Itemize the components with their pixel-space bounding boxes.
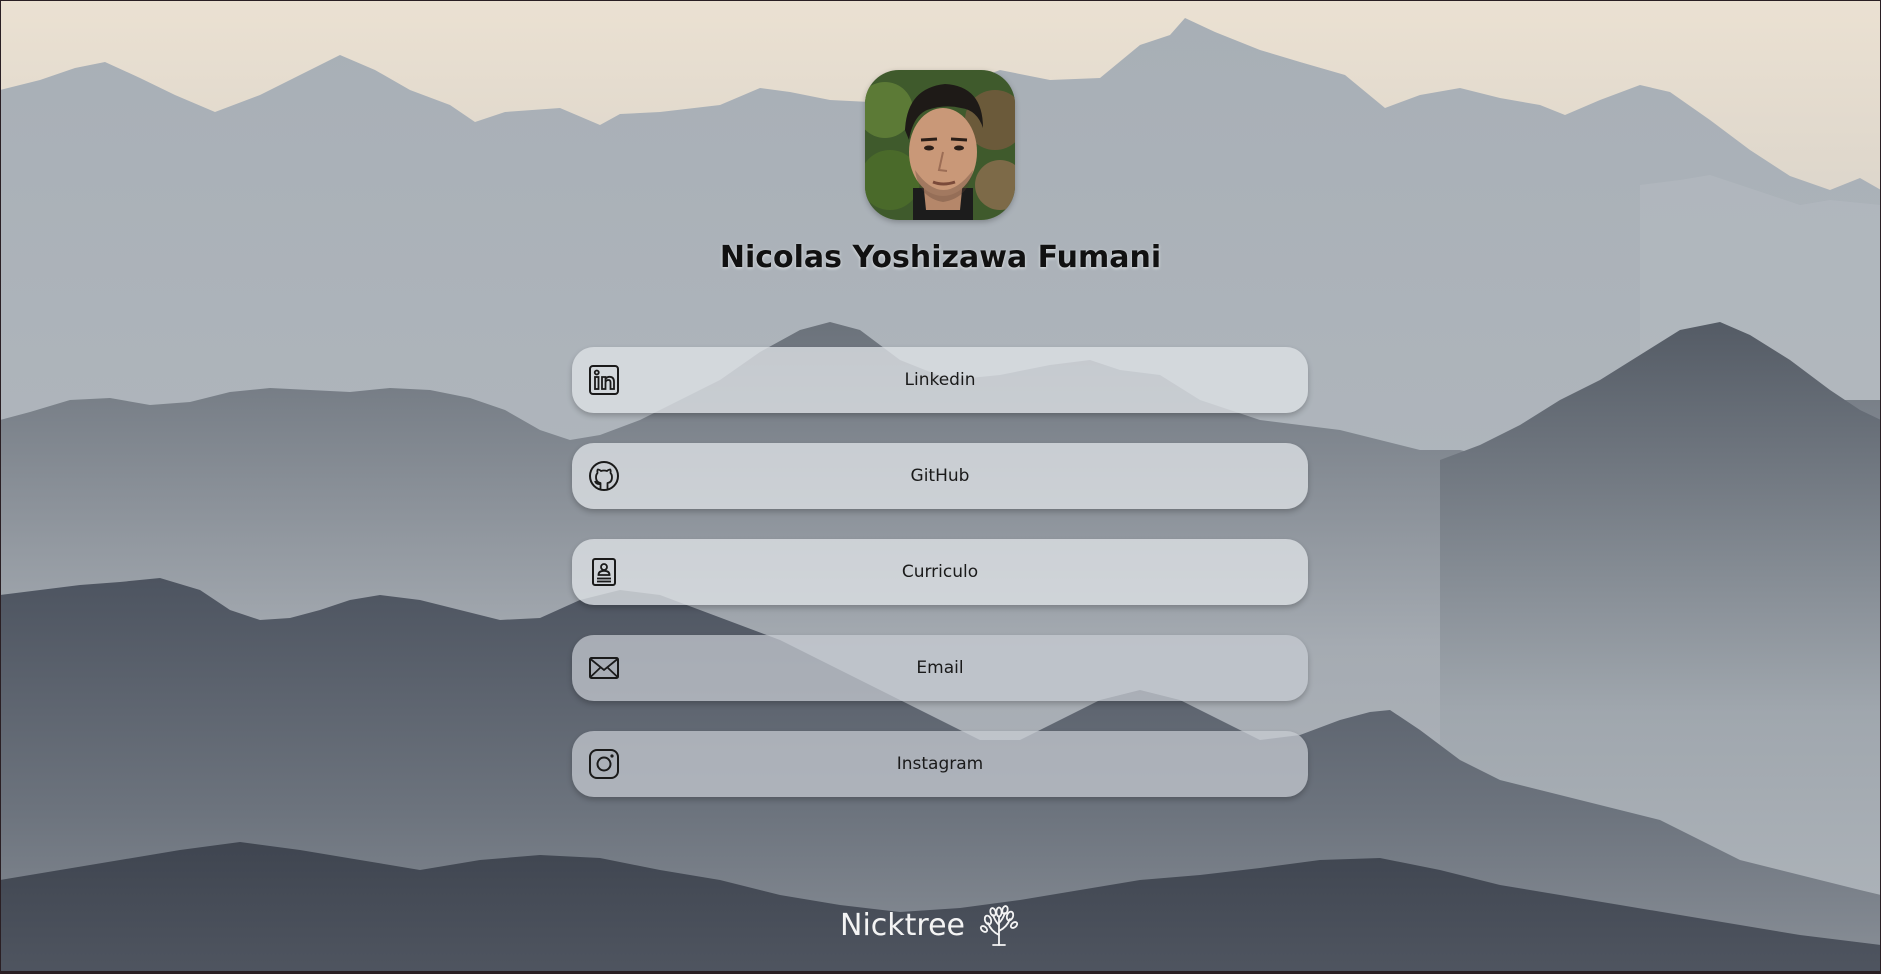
link-list: Linkedin GitHub Curriculo Email Instagra…: [572, 347, 1308, 827]
brand-name: Nicktree: [840, 907, 965, 943]
instagram-label: Instagram: [896, 754, 984, 774]
email-button[interactable]: Email: [572, 635, 1308, 701]
github-label: GitHub: [910, 466, 970, 486]
tree-icon: [979, 905, 1019, 946]
avatar: [865, 70, 1015, 220]
page: Nicolas Yoshizawa Fumani Linkedin GitHub: [0, 0, 1881, 974]
linkedin-button[interactable]: Linkedin: [572, 347, 1308, 413]
profile-name: Nicolas Yoshizawa Fumani: [719, 240, 1162, 275]
curriculo-button[interactable]: Curriculo: [572, 539, 1308, 605]
linkedin-label: Linkedin: [904, 370, 976, 390]
email-label: Email: [916, 658, 964, 678]
profile-photo-icon: [865, 70, 1015, 220]
footer: Nicktree: [840, 900, 1019, 950]
curriculo-label: Curriculo: [901, 562, 979, 582]
instagram-button[interactable]: Instagram: [572, 731, 1308, 797]
github-button[interactable]: GitHub: [572, 443, 1308, 509]
